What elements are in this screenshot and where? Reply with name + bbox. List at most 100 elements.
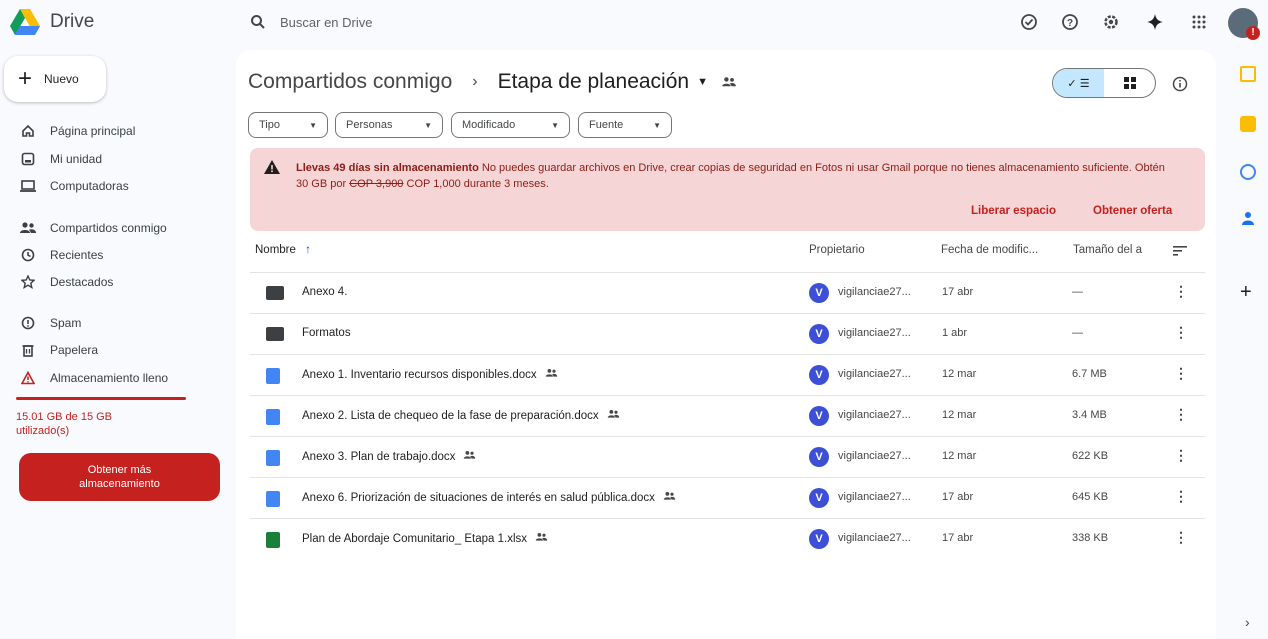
filter-source[interactable]: Fuente ▼ bbox=[578, 112, 672, 138]
more-actions-icon[interactable]: ⋮ bbox=[1174, 365, 1188, 382]
modified-cell: 1 abr bbox=[942, 327, 968, 339]
folder-shared-icon bbox=[266, 286, 284, 300]
table-row[interactable]: Formatos Vvigilanciae27... 1 abr — ⋮ bbox=[250, 313, 1205, 355]
table-row[interactable]: Anexo 4. Vvigilanciae27... 17 abr — ⋮ bbox=[250, 272, 1205, 314]
column-header-name[interactable]: Nombre ↑ bbox=[255, 244, 311, 256]
sidebar-item-shared[interactable]: Compartidos conmigo bbox=[0, 216, 220, 240]
sort-ascending-icon[interactable]: ↑ bbox=[305, 244, 311, 256]
file-name[interactable]: Anexo 6. Priorización de situaciones de … bbox=[302, 492, 655, 504]
search-icon[interactable] bbox=[250, 14, 266, 30]
breadcrumb: Compartidos conmigo › Etapa de planeació… bbox=[248, 68, 736, 96]
trash-icon bbox=[20, 342, 36, 358]
spam-icon bbox=[20, 315, 36, 331]
add-addon-icon[interactable]: + bbox=[1240, 282, 1252, 302]
grid-view-button[interactable] bbox=[1104, 69, 1155, 97]
filter-type[interactable]: Tipo ▼ bbox=[248, 112, 328, 138]
settings-icon[interactable] bbox=[1099, 10, 1123, 34]
get-offer-link[interactable]: Obtener oferta bbox=[1093, 205, 1172, 217]
table-row[interactable]: Plan de Abordaje Comunitario_ Etapa 1.xl… bbox=[250, 518, 1205, 560]
sidebar-item-label: Computadoras bbox=[50, 179, 129, 193]
docs-file-icon bbox=[266, 491, 280, 507]
more-actions-icon[interactable]: ⋮ bbox=[1174, 447, 1188, 464]
size-cell: — bbox=[1072, 286, 1083, 298]
sidebar-item-my-drive[interactable]: Mi unidad bbox=[0, 147, 220, 171]
more-actions-icon[interactable]: ⋮ bbox=[1174, 529, 1188, 546]
table-row[interactable]: Anexo 6. Priorización de situaciones de … bbox=[250, 477, 1205, 519]
breadcrumb-separator-icon: › bbox=[472, 73, 478, 90]
tasks-icon[interactable] bbox=[1240, 164, 1256, 180]
folder-menu-chevron-icon[interactable]: ▼ bbox=[697, 76, 708, 88]
sidebar-item-storage[interactable]: Almacenamiento lleno bbox=[0, 366, 220, 390]
table-row[interactable]: Anexo 2. Lista de chequeo de la fase de … bbox=[250, 395, 1205, 437]
column-header-modified[interactable]: Fecha de modific... bbox=[941, 244, 1038, 256]
file-name-cell: Formatos bbox=[302, 327, 351, 339]
more-actions-icon[interactable]: ⋮ bbox=[1174, 283, 1188, 300]
new-button[interactable]: + Nuevo bbox=[4, 56, 106, 102]
gemini-icon[interactable] bbox=[1143, 10, 1167, 34]
modified-cell: 17 abr bbox=[942, 491, 974, 503]
file-name[interactable]: Anexo 3. Plan de trabajo.docx bbox=[302, 451, 455, 463]
column-header-owner[interactable]: Propietario bbox=[809, 244, 865, 256]
table-row[interactable]: Anexo 3. Plan de trabajo.docx Vvigilancia… bbox=[250, 436, 1205, 478]
free-up-space-link[interactable]: Liberar espacio bbox=[971, 205, 1056, 217]
docs-file-icon bbox=[266, 368, 280, 384]
owner-avatar: V bbox=[809, 283, 829, 303]
folder-shared-icon bbox=[266, 327, 284, 341]
sidebar-item-computers[interactable]: Computadoras bbox=[0, 174, 220, 198]
apps-grid-icon[interactable] bbox=[1187, 10, 1211, 34]
shared-file-icon bbox=[535, 532, 548, 545]
more-actions-icon[interactable]: ⋮ bbox=[1174, 406, 1188, 423]
owner-avatar: V bbox=[809, 529, 829, 549]
sidebar-item-trash[interactable]: Papelera bbox=[0, 338, 220, 362]
breadcrumb-parent[interactable]: Compartidos conmigo bbox=[248, 70, 452, 94]
grid-icon bbox=[1123, 77, 1136, 89]
offline-icon[interactable] bbox=[1017, 10, 1041, 34]
drive-logo[interactable]: Drive bbox=[10, 6, 150, 38]
breadcrumb-current[interactable]: Etapa de planeación bbox=[498, 70, 690, 94]
filter-people[interactable]: Personas ▼ bbox=[335, 112, 443, 138]
list-view-button[interactable]: ✓ ☰ bbox=[1053, 69, 1104, 97]
owner-avatar: V bbox=[809, 365, 829, 385]
owner-cell: vigilanciae27... bbox=[838, 491, 911, 503]
owner-avatar: V bbox=[809, 447, 829, 467]
column-header-size[interactable]: Tamaño del a bbox=[1073, 244, 1142, 256]
sidebar-item-label: Spam bbox=[50, 316, 82, 330]
more-actions-icon[interactable]: ⋮ bbox=[1174, 488, 1188, 505]
filter-modified[interactable]: Modificado ▼ bbox=[451, 112, 570, 138]
shared-file-icon bbox=[663, 491, 676, 504]
file-name-cell: Anexo 6. Priorización de situaciones de … bbox=[302, 491, 676, 504]
file-name-cell: Plan de Abordaje Comunitario_ Etapa 1.xl… bbox=[302, 532, 548, 545]
calendar-icon[interactable] bbox=[1240, 66, 1256, 82]
file-name[interactable]: Anexo 4. bbox=[302, 286, 347, 298]
collapse-panel-icon[interactable]: › bbox=[1245, 614, 1250, 630]
file-name[interactable]: Anexo 2. Lista de chequeo de la fase de … bbox=[302, 410, 599, 422]
modified-cell: 17 abr bbox=[942, 286, 974, 298]
view-toggle: ✓ ☰ bbox=[1052, 68, 1156, 98]
size-cell: 622 KB bbox=[1072, 450, 1109, 462]
file-name[interactable]: Anexo 1. Inventario recursos disponibles… bbox=[302, 369, 537, 381]
modified-cell: 12 mar bbox=[942, 368, 977, 380]
file-name[interactable]: Plan de Abordaje Comunitario_ Etapa 1.xl… bbox=[302, 533, 527, 545]
sidebar-item-label: Mi unidad bbox=[50, 152, 103, 166]
table-row[interactable]: Anexo 1. Inventario recursos disponibles… bbox=[250, 354, 1205, 396]
keep-icon[interactable] bbox=[1240, 116, 1256, 132]
sort-options-icon[interactable] bbox=[1173, 244, 1187, 262]
shared-file-icon bbox=[545, 368, 558, 381]
sidebar-item-label: Compartidos conmigo bbox=[50, 221, 167, 235]
column-header-name-label: Nombre bbox=[255, 244, 296, 256]
search-input[interactable]: Buscar en Drive bbox=[280, 15, 372, 30]
info-icon[interactable] bbox=[1168, 72, 1192, 96]
sidebar-item-recent[interactable]: Recientes bbox=[0, 243, 220, 267]
svg-text:?: ? bbox=[1067, 18, 1073, 29]
drive-logo-icon bbox=[10, 9, 40, 35]
get-more-storage-button[interactable]: Obtener más almacenamiento bbox=[19, 453, 220, 501]
file-name[interactable]: Formatos bbox=[302, 327, 351, 339]
sidebar-item-starred[interactable]: Destacados bbox=[0, 270, 220, 294]
account-avatar[interactable]: ! bbox=[1228, 8, 1260, 40]
contacts-icon[interactable] bbox=[1240, 210, 1256, 231]
more-actions-icon[interactable]: ⋮ bbox=[1174, 324, 1188, 341]
sidebar-item-spam[interactable]: Spam bbox=[0, 311, 220, 335]
help-icon[interactable]: ? bbox=[1058, 10, 1082, 34]
sidebar-item-home[interactable]: Página principal bbox=[0, 119, 220, 143]
search-bar[interactable]: Buscar en Drive bbox=[240, 4, 960, 40]
